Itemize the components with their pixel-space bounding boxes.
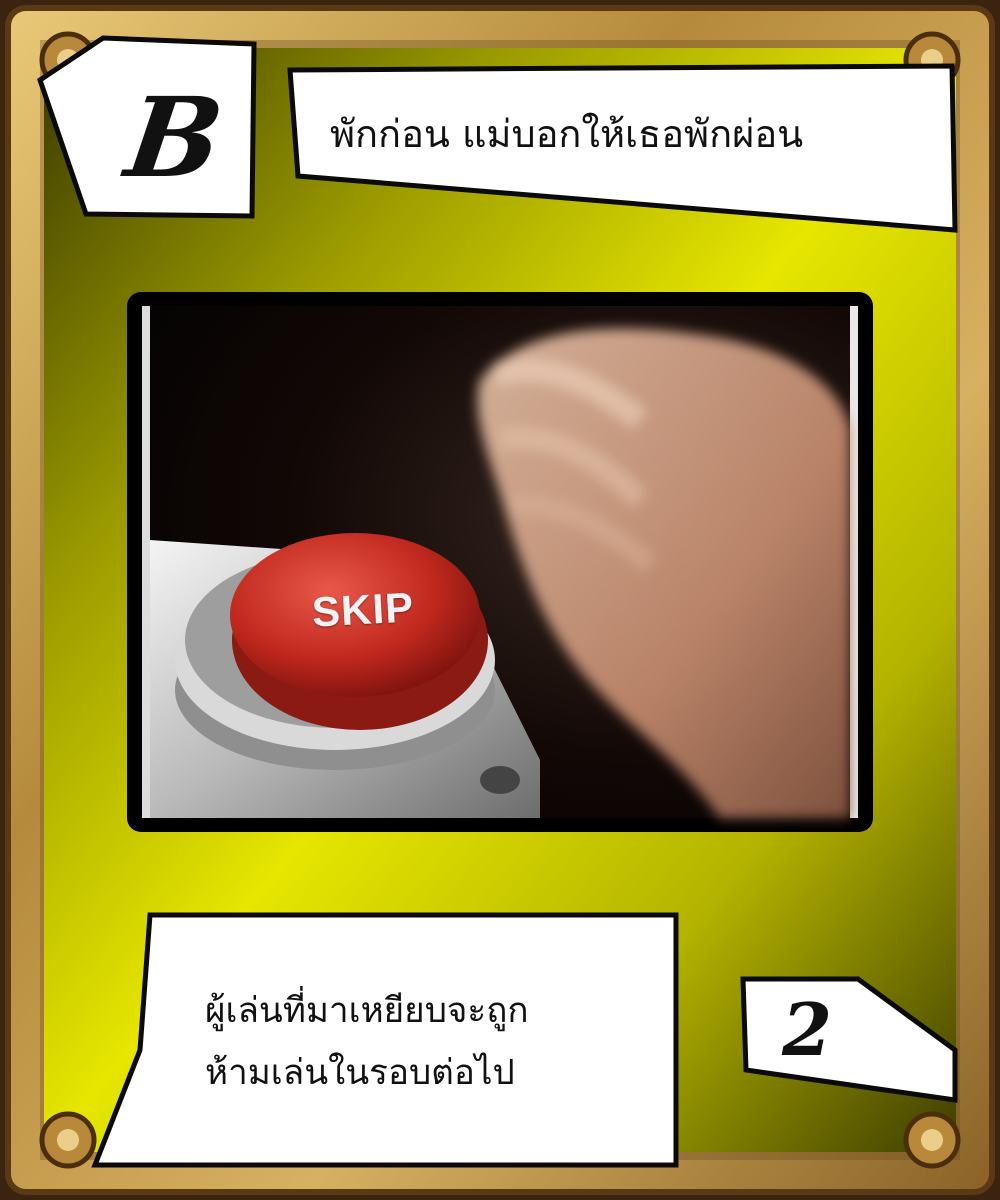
rule-line: ผู้เล่นที่มาเหยียบจะถูก — [205, 991, 529, 1031]
game-card: B พักก่อน แม่บอกให้เธอพักผ่อน SKIP ผู้เล… — [0, 0, 1000, 1200]
illustration-photo — [142, 306, 858, 818]
skip-button-label: SKIP — [310, 583, 416, 636]
corner-letter: B — [119, 73, 229, 202]
rule-line: ห้ามเล่นในรอบต่อไป — [205, 1053, 515, 1093]
card-number: 2 — [782, 987, 833, 1072]
card-title: พักก่อน แม่บอกให้เธอพักผ่อน — [330, 112, 804, 156]
card-rule-text: ผู้เล่นที่มาเหยียบจะถูก ห้ามเล่นในรอบต่อ… — [205, 980, 665, 1104]
